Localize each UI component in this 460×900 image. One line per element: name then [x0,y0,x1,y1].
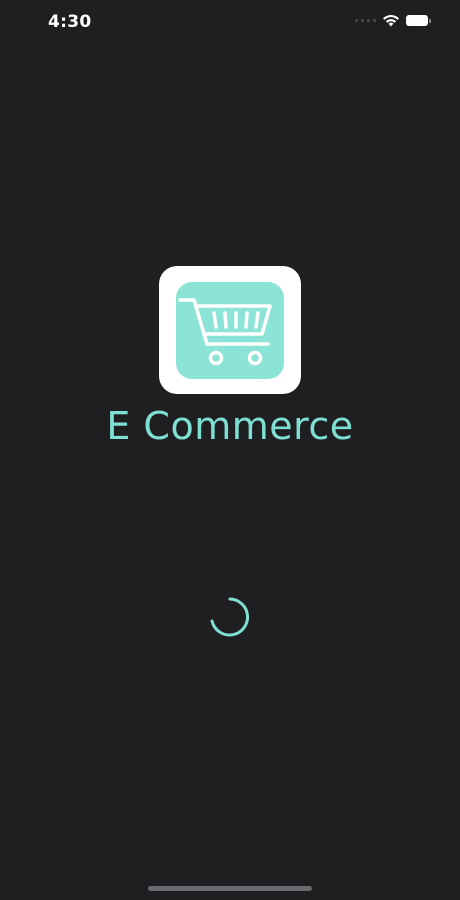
status-bar: 4:30 [0,0,460,44]
spinner-icon [210,597,250,637]
status-time: 4:30 [48,12,92,32]
logo-badge [176,282,284,379]
app-logo [159,266,301,394]
wifi-icon [383,14,399,27]
battery-icon [406,15,431,26]
status-icons [355,14,431,27]
home-indicator[interactable] [148,886,312,891]
shopping-cart-icon [178,298,272,366]
signal-icon [355,19,376,22]
splash-screen: 4:30 E Commerce [0,0,460,900]
app-title: E Commerce [106,404,354,448]
